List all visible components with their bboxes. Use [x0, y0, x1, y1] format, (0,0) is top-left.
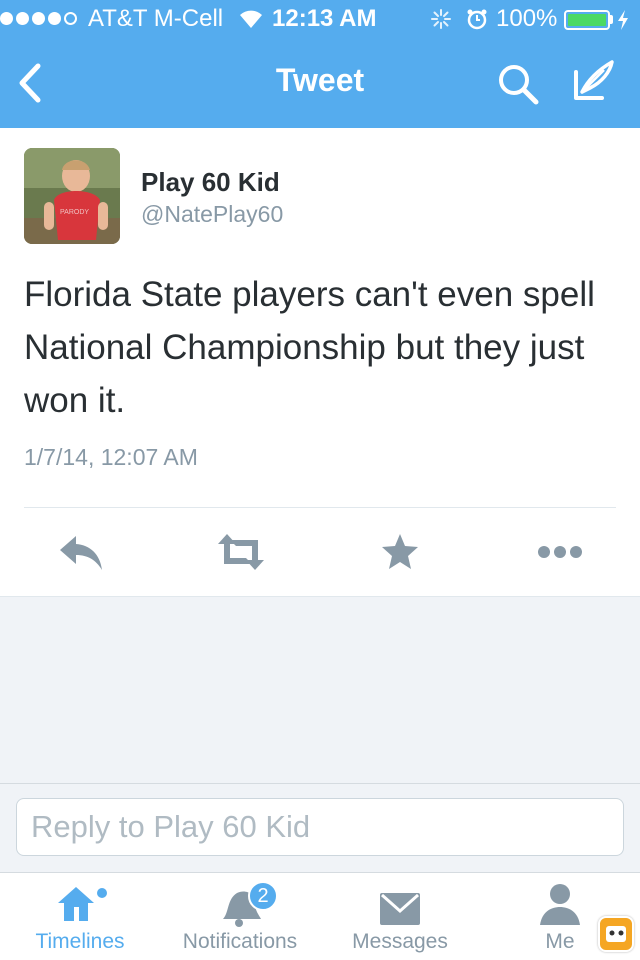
battery-percent: 100%	[496, 5, 558, 32]
overlay-app-icon[interactable]	[598, 916, 634, 952]
home-icon	[58, 887, 107, 921]
author-name[interactable]: Play 60 Kid	[141, 167, 280, 198]
alarm-icon	[467, 9, 487, 30]
content-background	[0, 596, 640, 784]
wifi-icon	[240, 10, 262, 28]
carrier-name: AT&T M-Cell	[88, 5, 224, 32]
divider	[24, 507, 616, 508]
tab-label: Timelines	[35, 930, 125, 953]
retweet-icon[interactable]	[214, 530, 268, 574]
top-bar: AT&T M-Cell 12:13 AM 100% Tweet	[0, 0, 640, 128]
tab-label: Me	[545, 930, 575, 953]
person-icon	[540, 884, 580, 925]
avatar[interactable]: PARODY	[24, 148, 120, 244]
tab-me[interactable]: Me	[520, 873, 600, 960]
tweet-timestamp: 1/7/14, 12:07 AM	[24, 444, 198, 470]
svg-text:PARODY: PARODY	[60, 209, 89, 216]
more-icon[interactable]	[536, 530, 584, 574]
envelope-icon	[380, 893, 420, 925]
tab-label: Messages	[352, 930, 448, 953]
reply-input[interactable]	[16, 798, 624, 856]
tweet-text: Florida State players can't even spell N…	[24, 275, 595, 420]
tab-label: Notifications	[182, 930, 298, 953]
author-handle[interactable]: @NatePlay60	[141, 201, 283, 228]
star-icon[interactable]	[380, 530, 420, 574]
compose-icon[interactable]	[570, 58, 616, 104]
search-icon[interactable]	[496, 62, 540, 106]
status-time: 12:13 AM	[272, 5, 377, 32]
battery-tip	[610, 15, 613, 24]
notification-badge: 2	[248, 881, 278, 911]
activity-spinner-icon	[431, 9, 451, 29]
reply-icon[interactable]	[58, 530, 104, 574]
tab-messages[interactable]: Messages	[340, 873, 460, 960]
tab-notifications[interactable]: 2 Notifications	[170, 873, 310, 960]
page-title: Tweet	[275, 62, 365, 98]
battery-icon	[564, 10, 610, 30]
status-bar: AT&T M-Cell 12:13 AM 100%	[0, 0, 640, 40]
tab-bar: Timelines 2 Notifications Messages Me	[0, 872, 640, 960]
tab-timelines[interactable]: Timelines	[24, 873, 136, 960]
signal-strength-icon	[0, 12, 77, 25]
charging-bolt-icon	[618, 10, 628, 30]
